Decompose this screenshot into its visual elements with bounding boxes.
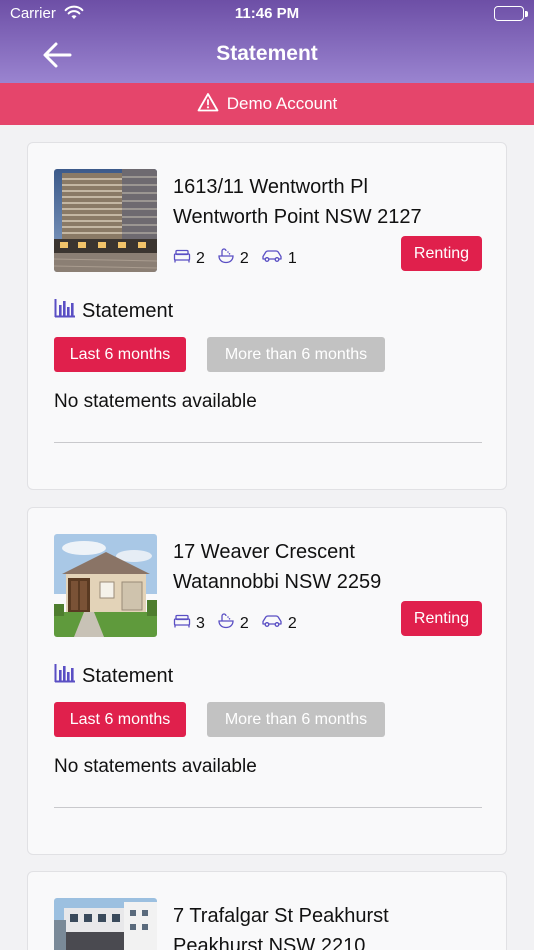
tab-more-than-6-months[interactable]: More than 6 months [207, 337, 385, 372]
address-line-1: 7 Trafalgar St Peakhurst [173, 905, 389, 927]
bath-count: 2 [239, 614, 249, 632]
bath-icon [217, 613, 235, 634]
bed-count: 2 [196, 249, 205, 267]
statement-label: Statement [82, 664, 174, 687]
bar-chart-icon [54, 663, 76, 689]
statement-heading: Statement [54, 663, 173, 689]
property-features: 3 2 2 [173, 613, 305, 634]
property-card: 17 Weaver Crescent Watannobbi NSW 2259 3… [27, 507, 507, 855]
divider [54, 807, 482, 808]
bath-count: 2 [239, 249, 249, 267]
property-features: 2 2 1 [173, 248, 305, 269]
battery-icon [494, 6, 528, 21]
tab-last-6-months[interactable]: Last 6 months [54, 702, 186, 737]
address-line-1: 17 Weaver Crescent [173, 541, 355, 563]
divider [54, 442, 482, 443]
clock: 11:46 PM [234, 5, 300, 22]
status-bar: Carrier 11:46 PM [0, 0, 534, 28]
address-line-2: Wentworth Point NSW 2127 [173, 206, 422, 228]
bed-count: 3 [196, 614, 205, 632]
empty-state-text: No statements available [54, 391, 257, 412]
property-card: 7 Trafalgar St Peakhurst Peakhurst NSW 2… [27, 871, 507, 950]
car-icon [261, 614, 283, 633]
bed-icon [173, 249, 191, 268]
app-header: Carrier 11:46 PM Statement [0, 0, 534, 83]
property-photo[interactable] [54, 169, 157, 272]
status-badge: Renting [401, 601, 482, 636]
car-count: 1 [287, 249, 297, 267]
statement-heading: Statement [54, 298, 173, 324]
tab-last-6-months[interactable]: Last 6 months [54, 337, 186, 372]
property-photo[interactable] [54, 898, 157, 950]
address-line-2: Peakhurst NSW 2210 [173, 935, 366, 950]
statement-label: Statement [82, 299, 174, 322]
empty-state-text: No statements available [54, 756, 257, 777]
address-line-1: 1613/11 Wentworth Pl [173, 176, 368, 198]
property-card: 1613/11 Wentworth Pl Wentworth Point NSW… [27, 142, 507, 490]
demo-account-banner: Demo Account [0, 83, 534, 125]
property-photo[interactable] [54, 534, 157, 637]
bath-icon [217, 248, 235, 269]
car-count: 2 [287, 614, 297, 632]
banner-label: Demo Account [226, 94, 338, 113]
tab-more-than-6-months[interactable]: More than 6 months [207, 702, 385, 737]
page-title: Statement [216, 42, 318, 65]
car-icon [261, 249, 283, 268]
bar-chart-icon [54, 298, 76, 324]
warning-icon [197, 92, 219, 117]
status-badge: Renting [401, 236, 482, 271]
address-line-2: Watannobbi NSW 2259 [173, 571, 382, 593]
bed-icon [173, 614, 191, 633]
